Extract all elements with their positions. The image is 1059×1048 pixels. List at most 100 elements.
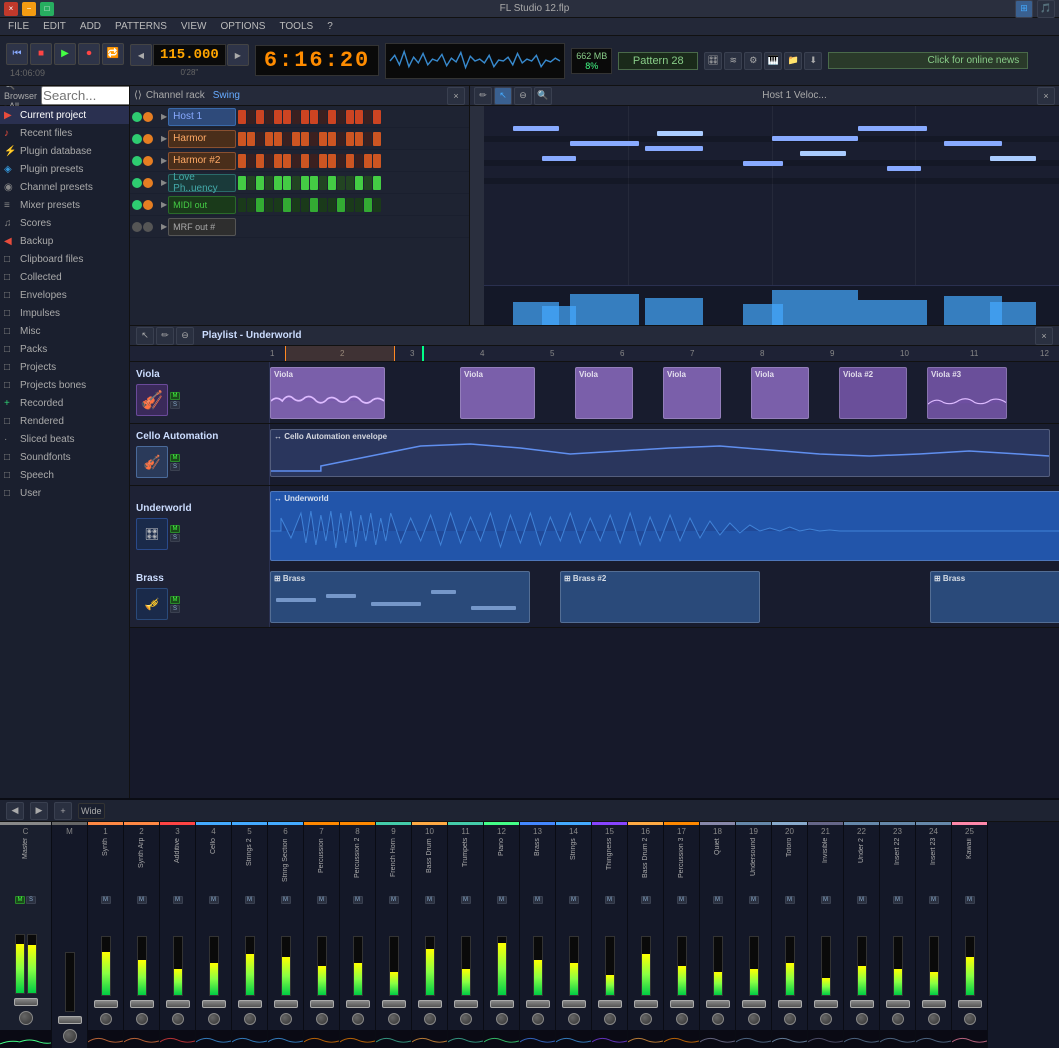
pad[interactable] <box>364 154 372 168</box>
track-solo-btn[interactable]: S <box>170 463 180 471</box>
browser-item-scores[interactable]: ♫ Scores <box>0 214 129 232</box>
piano-roll-content[interactable] <box>470 106 1059 325</box>
track-mute-btn[interactable]: M <box>170 596 180 604</box>
browser-item-clipboard[interactable]: □ Clipboard files <box>0 250 129 268</box>
ch-pan-knob[interactable] <box>136 1013 148 1025</box>
pattern-display[interactable]: Pattern 28 <box>618 52 698 70</box>
track-content-cello[interactable]: ↔ Cello Automation envelope <box>270 424 1059 485</box>
bpm-display[interactable]: 115.000 <box>153 44 226 66</box>
ch-mute-btn[interactable]: M <box>569 896 579 904</box>
ch-pan-knob[interactable] <box>712 1013 724 1025</box>
menu-file[interactable]: FILE <box>6 21 31 32</box>
note[interactable] <box>772 136 858 141</box>
pad[interactable] <box>355 110 363 124</box>
pad[interactable] <box>310 110 318 124</box>
ch-mute-btn[interactable]: M <box>353 896 363 904</box>
browser-item-recorded[interactable]: + Recorded <box>0 394 129 412</box>
ch-pan-knob[interactable] <box>532 1013 544 1025</box>
browser-item-current-project[interactable]: ▶ Current project <box>0 106 129 124</box>
ch-fader[interactable] <box>814 1000 838 1008</box>
ch-mute-btn[interactable]: M <box>677 896 687 904</box>
play-button[interactable]: ▶ <box>54 43 76 65</box>
ch-mute-btn[interactable]: M <box>893 896 903 904</box>
ch-fader[interactable] <box>238 1000 262 1008</box>
ch-pan-knob[interactable] <box>280 1013 292 1025</box>
pad[interactable] <box>265 176 273 190</box>
pad[interactable] <box>337 176 345 190</box>
pad[interactable] <box>328 132 336 146</box>
pad[interactable] <box>292 176 300 190</box>
pad[interactable] <box>319 132 327 146</box>
ch-gray-btn[interactable] <box>132 222 142 232</box>
rewind-button[interactable]: ⏮ <box>6 43 28 65</box>
pad[interactable] <box>328 154 336 168</box>
channel-name-btn-harmor2[interactable]: Harmor #2 <box>168 152 236 170</box>
browser-item-sliced-beats[interactable]: · Sliced beats <box>0 430 129 448</box>
ch-pan-knob[interactable] <box>676 1013 688 1025</box>
pad[interactable] <box>256 176 264 190</box>
ch-fader[interactable] <box>382 1000 406 1008</box>
pad[interactable] <box>301 198 309 212</box>
track-mute-btn[interactable]: M <box>170 454 180 462</box>
pad[interactable] <box>301 132 309 146</box>
pad[interactable] <box>328 110 336 124</box>
ch-fader[interactable] <box>274 1000 298 1008</box>
clip-brass-3[interactable]: ⊞ Brass <box>930 571 1059 623</box>
ch-pan-knob[interactable] <box>856 1013 868 1025</box>
ch-mute-btn[interactable]: M <box>425 896 435 904</box>
ch-mute-btn[interactable]: M <box>641 896 651 904</box>
note[interactable] <box>570 141 639 146</box>
ch-pan-knob[interactable] <box>460 1013 472 1025</box>
clip-cello-auto[interactable]: ↔ Cello Automation envelope <box>270 429 1050 477</box>
ch-green-btn[interactable] <box>132 178 142 188</box>
ch-fader[interactable] <box>418 1000 442 1008</box>
browser-item-envelopes[interactable]: □ Envelopes <box>0 286 129 304</box>
ch-fader[interactable] <box>14 998 38 1006</box>
menu-tools[interactable]: TOOLS <box>277 21 315 32</box>
track-solo-btn[interactable]: S <box>170 605 180 613</box>
ch-fader[interactable] <box>670 1000 694 1008</box>
ch-pan-knob[interactable] <box>784 1013 796 1025</box>
clip-viola-1[interactable]: Viola <box>270 367 385 419</box>
ch-mute-btn[interactable]: M <box>281 896 291 904</box>
pad[interactable] <box>319 154 327 168</box>
ch-fader[interactable] <box>742 1000 766 1008</box>
stop-button[interactable]: ■ <box>30 43 52 65</box>
ch-pan-knob[interactable] <box>19 1011 33 1025</box>
pad[interactable] <box>373 198 381 212</box>
ch-mute-btn[interactable]: M <box>137 896 147 904</box>
clip-viola-3[interactable]: Viola <box>575 367 633 419</box>
browser-item-soundfonts[interactable]: □ Soundfonts <box>0 448 129 466</box>
ch-gray2-btn[interactable] <box>143 222 153 232</box>
ch-mute-btn[interactable]: M <box>101 896 111 904</box>
bpm-up[interactable]: ▶ <box>227 44 249 66</box>
clip-underworld[interactable]: ↔ Underworld <box>270 491 1059 561</box>
ch-mute-btn[interactable]: M <box>821 896 831 904</box>
pad[interactable] <box>373 154 381 168</box>
pad[interactable] <box>355 132 363 146</box>
ch-fader[interactable] <box>166 1000 190 1008</box>
note[interactable] <box>542 156 577 161</box>
ch-orange-btn[interactable] <box>143 134 153 144</box>
browser-item-misc[interactable]: □ Misc <box>0 322 129 340</box>
pad[interactable] <box>355 198 363 212</box>
pad[interactable] <box>328 198 336 212</box>
erase-tool[interactable]: ⊖ <box>514 87 532 105</box>
note[interactable] <box>657 131 703 136</box>
pad[interactable] <box>274 176 282 190</box>
pad[interactable] <box>364 110 372 124</box>
ch-mute-btn[interactable]: M <box>209 896 219 904</box>
note[interactable] <box>645 146 703 151</box>
pad[interactable] <box>283 110 291 124</box>
pad[interactable] <box>283 176 291 190</box>
ch-mute-btn[interactable]: M <box>713 896 723 904</box>
pad[interactable] <box>265 198 273 212</box>
pad[interactable] <box>310 154 318 168</box>
pad[interactable] <box>364 132 372 146</box>
note[interactable] <box>944 141 1002 146</box>
browser-item-speech[interactable]: □ Speech <box>0 466 129 484</box>
ch-fader[interactable] <box>778 1000 802 1008</box>
pad[interactable] <box>292 110 300 124</box>
menu-options[interactable]: OPTIONS <box>218 21 267 32</box>
menu-add[interactable]: ADD <box>78 21 103 32</box>
